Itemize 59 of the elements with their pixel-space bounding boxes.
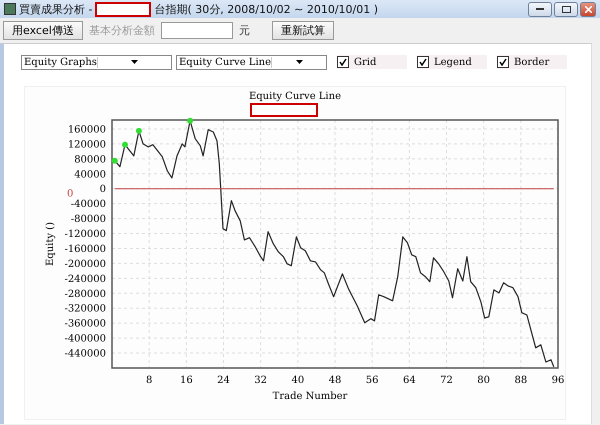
y-tick-label: 120000 (68, 139, 106, 150)
new-high-marker (187, 118, 194, 124)
checkbox-label: Legend (434, 56, 472, 68)
y-tick-label: -240000 (64, 274, 106, 285)
new-high-marker (136, 128, 142, 134)
chart-title: Equity Curve Line (248, 91, 341, 102)
minimize-icon (536, 8, 544, 10)
close-icon (584, 6, 592, 12)
y-tick-label: -360000 (64, 318, 106, 330)
y-tick-label: 80000 (74, 154, 106, 166)
y-tick-label: -40000 (70, 199, 106, 210)
x-tick-label: 80 (477, 375, 490, 386)
minimize-button[interactable] (528, 2, 552, 16)
app-icon (4, 3, 16, 15)
series-label: 0 (67, 188, 74, 200)
y-tick-label: -400000 (64, 334, 106, 345)
x-tick-label: 88 (514, 375, 528, 386)
y-axis-title: Equity () (45, 222, 56, 266)
y-tick-label: -440000 (64, 348, 106, 360)
x-tick-label: 8 (146, 375, 152, 386)
checkbox[interactable] (497, 56, 509, 68)
export-button[interactable]: 用excel傳送 (3, 20, 83, 40)
x-tick-label: 48 (328, 375, 342, 386)
checkbox[interactable] (417, 56, 429, 68)
checkbox[interactable] (337, 56, 349, 68)
window-title: 買賣成果分析 - (19, 2, 92, 16)
x-tick-label: 40 (291, 375, 304, 386)
y-tick-label: 0 (100, 184, 106, 196)
y-tick-label: -320000 (64, 304, 106, 315)
recalculate-button[interactable]: 重新試算 (272, 20, 334, 40)
x-tick-label: 56 (366, 375, 379, 386)
y-tick-label: -280000 (64, 288, 106, 300)
unit-label: 元 (238, 22, 250, 38)
dropdown-arrow-icon (296, 60, 302, 64)
y-tick-label: 40000 (74, 169, 106, 180)
window-title: 台指期( 30分, 2008/10/02 ~ 2010/10/01 ) (154, 2, 378, 16)
dropdown-arrow-icon (131, 60, 138, 64)
x-tick-label: 96 (552, 375, 564, 386)
x-axis-title: Trade Number (272, 391, 348, 402)
x-tick-label: 72 (440, 375, 453, 386)
y-tick-label: -160000 (64, 244, 106, 255)
checkbox-label: Grid (354, 56, 376, 68)
checkbox-label: Border (514, 56, 550, 68)
y-tick-label: -200000 (64, 258, 106, 270)
x-tick-label: 32 (254, 375, 268, 386)
maximize-button[interactable] (554, 2, 578, 16)
maximize-icon (562, 6, 570, 12)
dropdown[interactable]: Equity Graphs (21, 54, 172, 70)
new-high-marker (122, 142, 128, 148)
amount-label: 基本分析金額 (88, 22, 155, 38)
close-button[interactable] (580, 2, 596, 16)
y-tick-label: -80000 (70, 214, 106, 226)
x-tick-label: 24 (217, 375, 230, 386)
dropdown[interactable]: Equity Curve Line (176, 54, 327, 70)
y-tick-label: -120000 (64, 229, 106, 240)
y-tick-label: 160000 (68, 124, 106, 136)
x-tick-label: 64 (402, 375, 416, 386)
new-high-marker (112, 158, 118, 164)
x-tick-label: 16 (180, 375, 193, 386)
